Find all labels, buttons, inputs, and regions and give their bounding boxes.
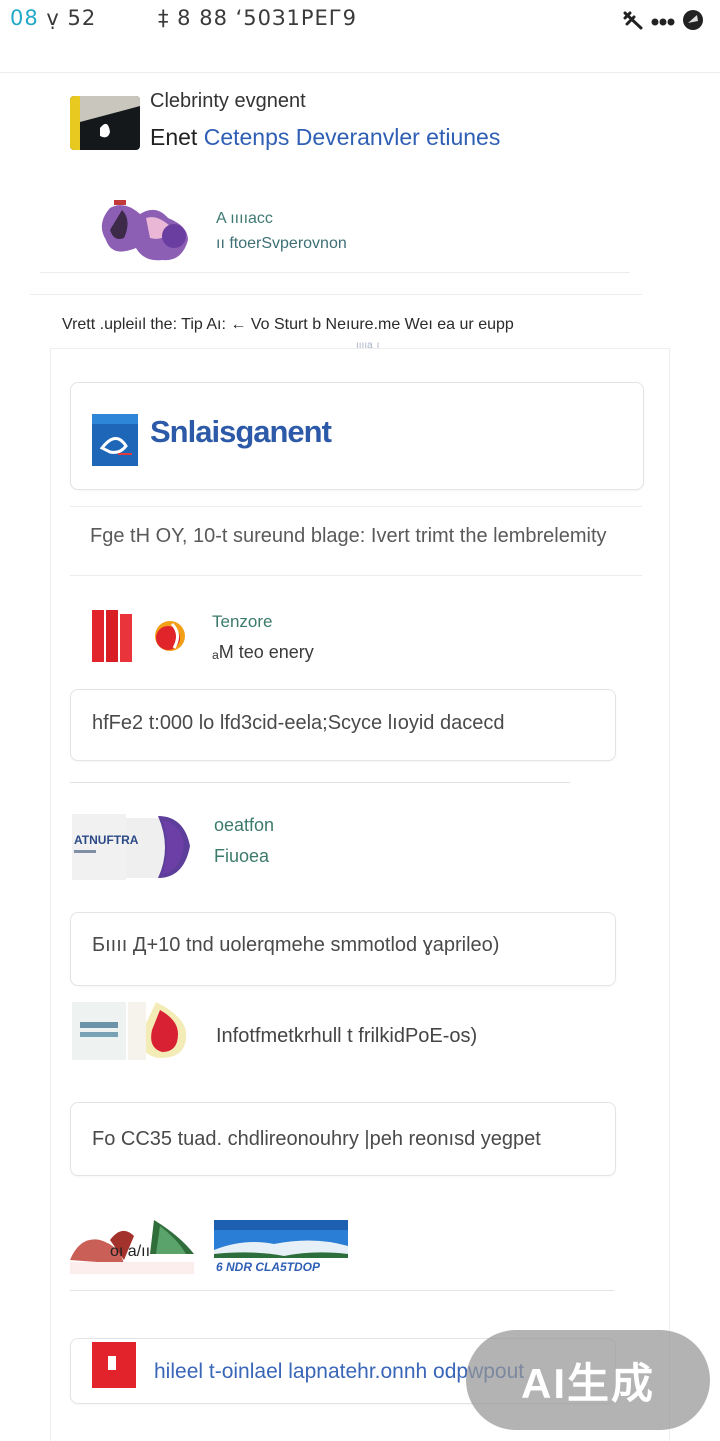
item-1-tag: Tenzore [212,612,273,631]
header-title: Enet Cetenps Deveranvler etiunes [150,124,500,151]
divider [70,1290,614,1291]
banner-caption: 6 NDR CLA5TDOP [216,1260,321,1274]
divider [70,782,570,783]
content-panel [50,348,670,1441]
divider [70,575,642,576]
item-2-image-label: ATNUFTRA [74,833,139,847]
header-title-link[interactable]: Cetenps Deveranvler etiunes [204,124,501,150]
field-2-text: Бıııı Д+10 tnd uolerqmehe smmotlod ɣapri… [92,934,500,956]
status-info: ‡ 8 88 ‘50З1РЕГ9 [158,6,357,30]
header-title-prefix: Enet [150,124,198,150]
promo-subtitle: ıı ftoerSvperovnon [216,235,347,252]
item-3-title[interactable]: Infotfmetkrhull t frilkidPoE-os) [216,1025,477,1048]
logo-text: oı a/ıı [110,1243,150,1260]
status-time-prefix: 08 [10,6,39,30]
promo-tag: A ııııасс [216,210,273,227]
signal-icon [623,11,643,30]
divider [30,294,642,295]
bottom-card-icon [92,1342,136,1388]
status-time: 08 ṿ 52 [10,6,96,30]
status-bar: 08 ṿ 52 ‡ 8 88 ‘50З1РЕГ9 [0,0,720,40]
status-time-rest: ṿ 52 [46,6,97,30]
item-3-image[interactable] [72,1002,194,1060]
banner-image[interactable]: 6 NDR CLA5TDOP [214,1220,348,1276]
item-2-title[interactable]: Fiuoea [214,846,269,867]
divider [40,272,630,273]
logo-image[interactable]: oı a/ıı [70,1220,194,1274]
header-subtitle: Clebrinty evgnent [150,90,306,112]
brand-name[interactable]: Snlaisganent [150,414,332,450]
promo-image[interactable] [92,200,202,262]
watermark-badge: AI生成 [466,1330,710,1430]
divider [70,506,642,507]
item-1-title[interactable]: ₐM teo enery [212,642,314,663]
field-1-text: hfFe2 t:000 lo lfd3cid-eela;Scyce lıoyid… [92,712,505,734]
question-text: Fge tH OY, 10-t sureund blage: Ivert tri… [90,525,607,547]
wifi-icon [651,18,675,26]
notice-text: Vrett .upleiıl the: Tip Aı: ← Vo Sturt b… [62,316,514,333]
item-1-image[interactable] [92,610,190,662]
battery-icon [683,10,703,30]
divider [0,72,720,73]
status-icons [622,8,704,32]
field-3-text: Fo CС35 tuad. chdlireonouhry |peh reonıs… [92,1128,541,1150]
brand-logo-icon [92,414,138,466]
item-2-tag: oeatfon [214,815,275,835]
item-2-image[interactable]: ATNUFTRA [72,814,196,880]
header-thumbnail[interactable] [70,96,140,150]
